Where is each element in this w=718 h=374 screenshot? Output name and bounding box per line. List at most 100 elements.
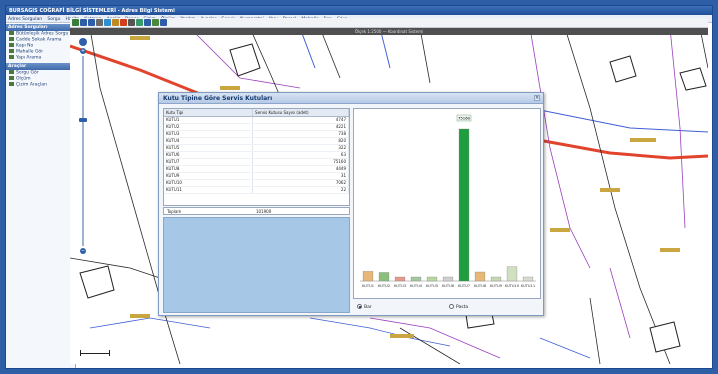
data-grid: Kutu Tipi Servis Kutusu Sayısı (adet) KU… (163, 108, 350, 206)
total-value: 101900 (256, 209, 272, 214)
total-label: Toplam (167, 209, 182, 214)
menu-item[interactable]: Sorgu (47, 17, 60, 22)
radio-pie[interactable]: Pasta (449, 304, 468, 310)
cell-type: KUTU7 (164, 158, 254, 166)
column-header-type[interactable]: Kutu Tipi (164, 109, 254, 117)
layer-icon (9, 82, 14, 86)
zoom-out-icon[interactable]: − (80, 248, 86, 254)
x-tick-label: KUTU10 (505, 284, 520, 288)
chart-bar[interactable] (394, 276, 406, 282)
zoom-out-icon[interactable] (88, 19, 95, 26)
measure-icon[interactable] (112, 19, 119, 26)
cell-type: KUTU10 (164, 179, 254, 187)
cell-type: KUTU4 (164, 137, 254, 145)
cell-type: KUTU5 (164, 144, 254, 152)
print-icon[interactable] (128, 19, 135, 26)
close-icon[interactable]: × (534, 95, 540, 101)
sidebar: Adres Sorguları Bütünleşik Adres Sorgu Ca… (6, 24, 76, 368)
chart-bar[interactable] (490, 276, 502, 282)
layer-icon (9, 31, 14, 35)
cell-count: 322 (252, 144, 349, 152)
chart-bar[interactable] (458, 128, 470, 282)
sidebar-item-label: Kapı No (16, 43, 34, 49)
chart-bar[interactable] (426, 276, 438, 282)
info-icon[interactable] (104, 19, 111, 26)
chart-type-selector: Bar Pasta (353, 301, 541, 313)
sidebar-item-label: Yapı Arama (16, 55, 42, 61)
statistics-dialog: Kutu Tipine Göre Servis Kutuları × Kutu … (158, 92, 544, 316)
x-tick-label: KUTU4 (410, 284, 423, 288)
help-icon[interactable] (160, 19, 167, 26)
column-header-count[interactable]: Servis Kutusu Sayısı (adet) (252, 109, 349, 117)
cell-count: 820 (252, 137, 349, 145)
select-icon[interactable] (120, 19, 127, 26)
sidebar-item[interactable]: Yapı Arama (6, 55, 75, 61)
sidebar-panel-title[interactable]: Adres Sorguları (6, 24, 75, 31)
dialog-header[interactable]: Kutu Tipine Göre Servis Kutuları × (159, 93, 543, 104)
table-row[interactable]: KUTU2 4221 (164, 123, 349, 131)
layer-icon (9, 37, 14, 41)
refresh-icon[interactable] (152, 19, 159, 26)
data-label: 75160 (458, 115, 471, 120)
pan-icon[interactable] (72, 19, 79, 26)
road-red-2 (543, 139, 708, 160)
cell-count: 75160 (252, 158, 349, 166)
pan-control-icon[interactable] (79, 38, 87, 46)
layer-icon (9, 43, 14, 47)
full-extent-icon[interactable] (96, 19, 103, 26)
table-row[interactable]: KUTU3 738 (164, 130, 349, 138)
chart-bar[interactable] (522, 276, 534, 282)
cell-type: KUTU9 (164, 172, 254, 180)
cell-type: KUTU8 (164, 165, 254, 173)
zoom-track[interactable] (82, 56, 84, 246)
totals-row: Toplam 101900 (163, 207, 350, 215)
sidebar-panel-title-tools[interactable]: Araçlar (6, 63, 75, 70)
x-tick-label: KUTU7 (458, 284, 470, 288)
table-row[interactable]: KUTU7 75160 (164, 158, 349, 166)
table-row[interactable]: KUTU8 4449 (164, 165, 349, 173)
empty-panel (163, 217, 350, 313)
sidebar-item-label: Mahalle Gör (16, 49, 44, 55)
sidebar-item-label: Sorgu Gör (16, 70, 39, 76)
table-row[interactable]: KUTU10 7062 (164, 179, 349, 187)
layers-icon[interactable] (136, 19, 143, 26)
table-row[interactable]: KUTU1 4747 (164, 116, 349, 124)
zoom-in-icon[interactable]: + (80, 48, 86, 54)
chart-bar[interactable] (378, 272, 390, 282)
layer-icon (9, 49, 14, 53)
dialog-title: Kutu Tipine Göre Servis Kutuları (163, 95, 273, 102)
zoom-handle[interactable] (79, 118, 87, 122)
cell-type: KUTU1 (164, 116, 254, 124)
menu-item[interactable]: Adres Sorguları (8, 17, 42, 22)
cell-count: 31 (252, 172, 349, 180)
chart-bar[interactable] (442, 276, 454, 282)
x-tick-label: KUTU2 (378, 284, 390, 288)
sidebar-item-label: Çizim Araçları (16, 82, 48, 88)
chart-bar[interactable] (474, 271, 486, 282)
layer-icon (9, 70, 14, 74)
sidebar-item[interactable]: Çizim Araçları (6, 82, 75, 88)
zoom-slider[interactable]: + − (76, 38, 88, 258)
bar-chart: KUTU1 KUTU2 KUTU3 KUTU4 KUTU5 KUTU6 KUTU7 KUTU8… (353, 108, 541, 299)
cell-type: KUTU6 (164, 151, 254, 159)
sidebar-item-label: Cadde Sokak Arama (16, 37, 62, 43)
table-row[interactable]: KUTU6 63 (164, 151, 349, 159)
building (229, 43, 261, 77)
chart-bar[interactable] (410, 276, 422, 282)
table-row[interactable]: KUTU9 31 (164, 172, 349, 180)
scale-bar (80, 350, 110, 356)
radio-bar[interactable]: Bar (357, 304, 372, 310)
zoom-in-icon[interactable] (80, 19, 87, 26)
cell-count: 4747 (252, 116, 349, 124)
layer-icon (9, 76, 14, 80)
table-row[interactable]: KUTU11 22 (164, 186, 349, 194)
table-row[interactable]: KUTU4 820 (164, 137, 349, 145)
search-icon[interactable] (144, 19, 151, 26)
chart-bar[interactable] (506, 266, 518, 282)
x-tick-label: KUTU6 (442, 284, 455, 288)
table-row[interactable]: KUTU5 322 (164, 144, 349, 152)
cell-type: KUTU3 (164, 130, 254, 138)
x-tick-label: KUTU3 (394, 284, 406, 288)
chart-bar[interactable] (362, 271, 374, 282)
cell-count: 4221 (252, 123, 349, 131)
